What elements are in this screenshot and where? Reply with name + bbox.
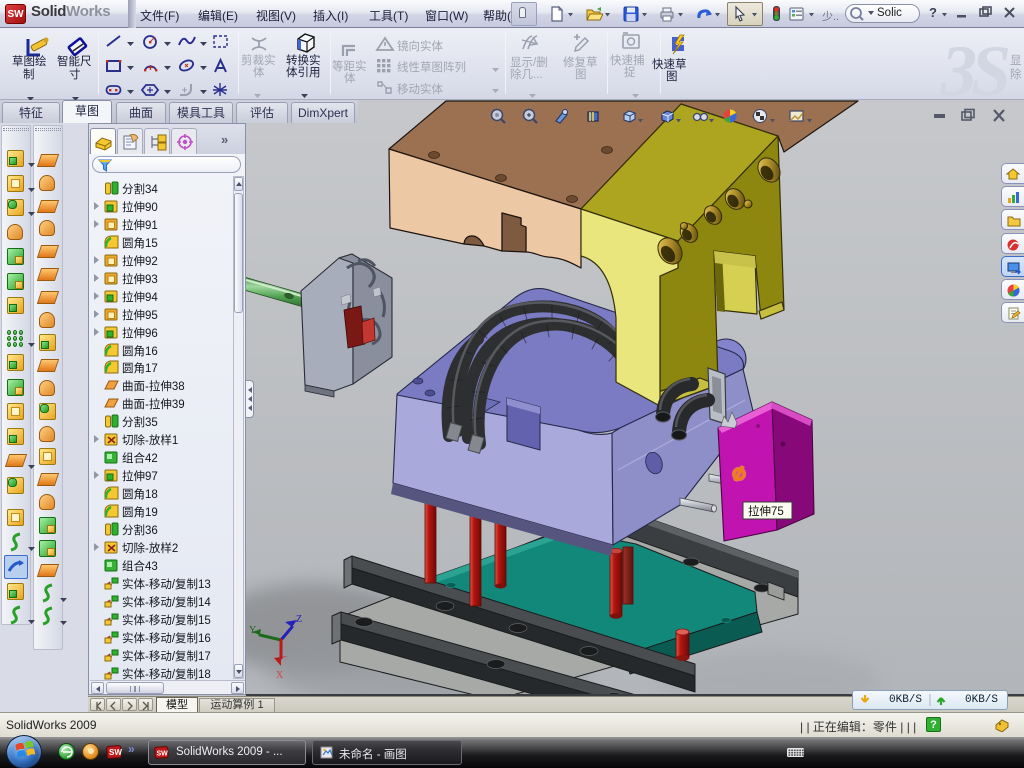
svg-text:SW: SW [109, 748, 122, 757]
svg-text:SW: SW [157, 751, 169, 758]
svg-text:Z: Z [296, 614, 302, 625]
svg-text:Y: Y [249, 625, 256, 636]
svg-text:拉伸75: 拉伸75 [748, 504, 784, 518]
svg-text:X: X [276, 670, 284, 681]
